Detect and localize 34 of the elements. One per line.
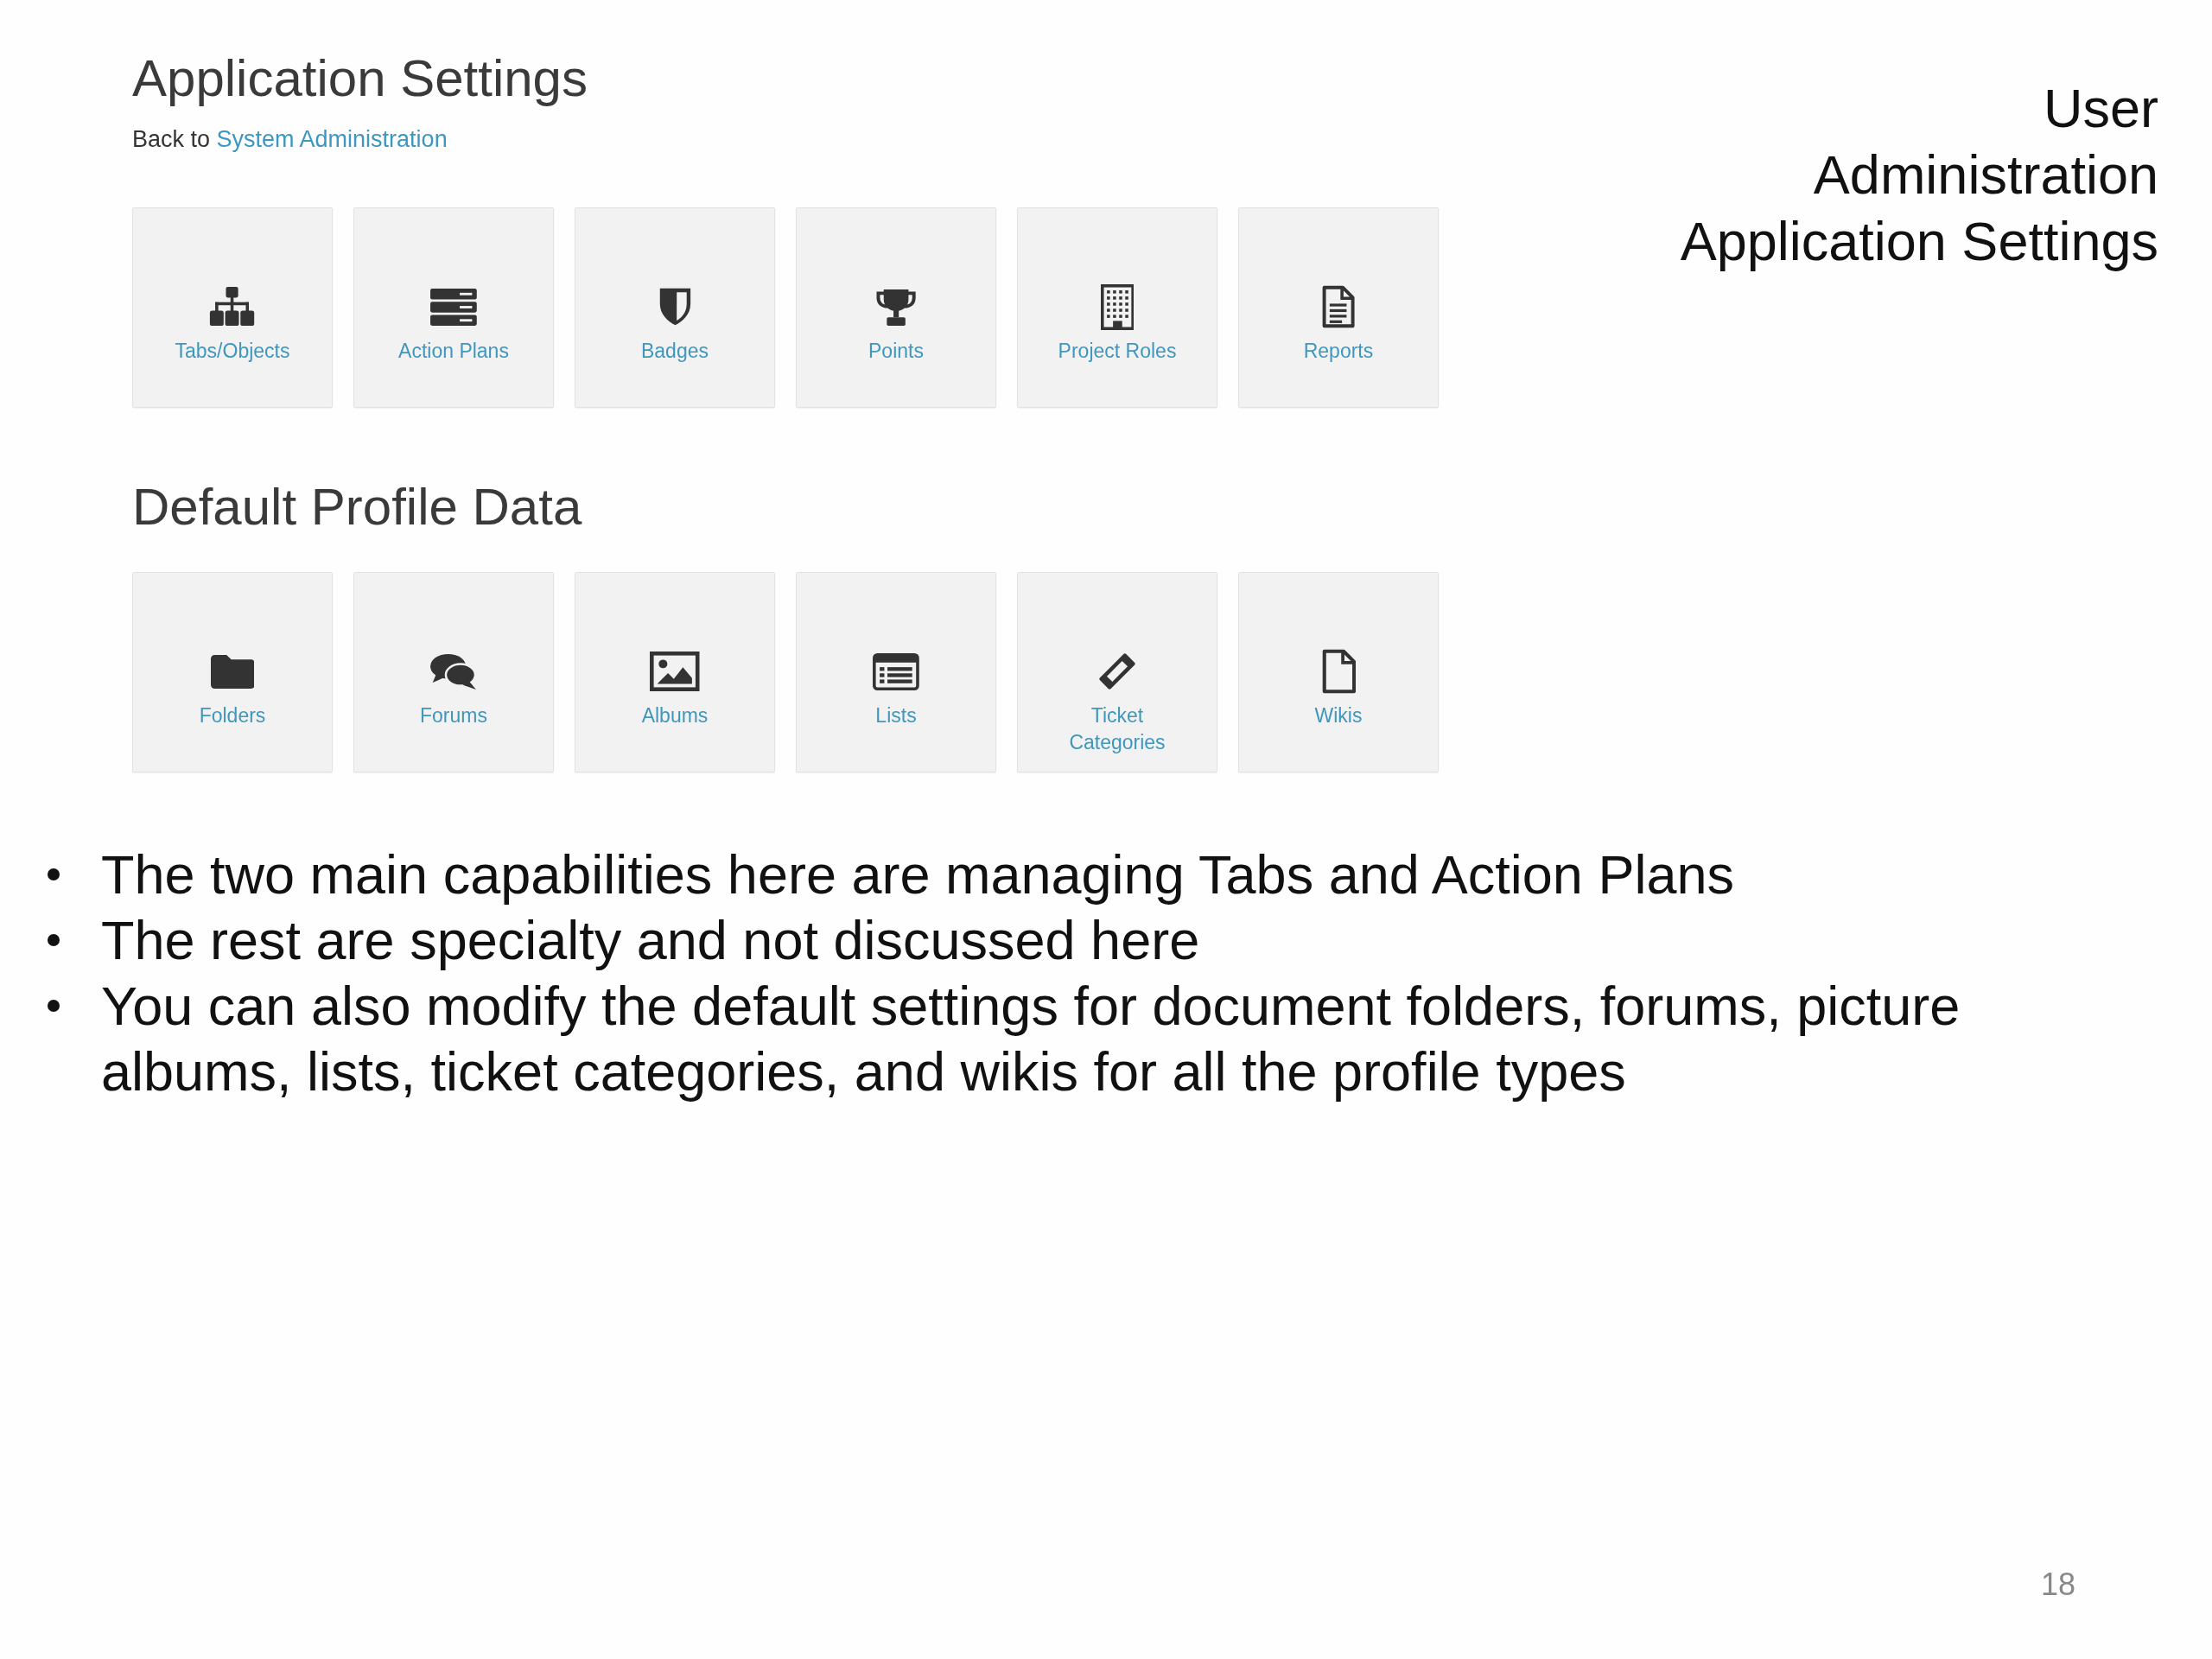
picture-icon (650, 652, 700, 691)
folder-icon (210, 654, 255, 689)
bullet-text: The two main capabilities here are managing Tabs and Action Plans (101, 843, 1734, 906)
settings-tile[interactable]: Albums (575, 572, 775, 772)
settings-tile[interactable]: Reports (1238, 207, 1439, 408)
bullet-icon (48, 1000, 60, 1012)
document-icon (1321, 285, 1356, 328)
sitemap-icon (209, 287, 256, 327)
section-heading: Default Profile Data (132, 477, 583, 537)
shield-icon (658, 287, 692, 327)
page-number: 18 (2040, 1566, 2075, 1604)
settings-tile[interactable]: Ticket Categories (1017, 572, 1217, 772)
settings-tile[interactable]: Wikis (1238, 572, 1439, 772)
settings-tile[interactable]: Folders (132, 572, 333, 772)
bullet-text: The rest are specialty and not discussed here (101, 909, 1200, 972)
speech-bubbles-icon (430, 652, 477, 690)
bullet-text: You can also modify the default settings for document folders, forums, picture albums, lists, ticket categories, and wikis for all the profile types (101, 975, 1961, 1103)
breadcrumb-text: Back to System Administration (132, 125, 448, 153)
settings-tile[interactable]: Forums (353, 572, 554, 772)
breadcrumb-link[interactable]: System Administration (216, 126, 448, 152)
list-icon (873, 652, 919, 690)
settings-tile[interactable]: Tabs/Objects (132, 207, 333, 408)
page-heading: Application Settings (132, 48, 588, 109)
slide-title: User Administration Application Settings (1680, 77, 2158, 273)
bullet-icon (48, 868, 60, 880)
settings-tile[interactable]: Points (796, 207, 996, 408)
building-icon (1100, 283, 1135, 330)
settings-tile[interactable]: Lists (796, 572, 996, 772)
settings-tile[interactable]: Project Roles (1017, 207, 1217, 408)
settings-tile[interactable]: Action Plans (353, 207, 554, 408)
bullet-icon (48, 934, 60, 946)
settings-tile[interactable]: Badges (575, 207, 775, 408)
blank-page-icon (1320, 649, 1357, 694)
server-icon (430, 288, 477, 326)
